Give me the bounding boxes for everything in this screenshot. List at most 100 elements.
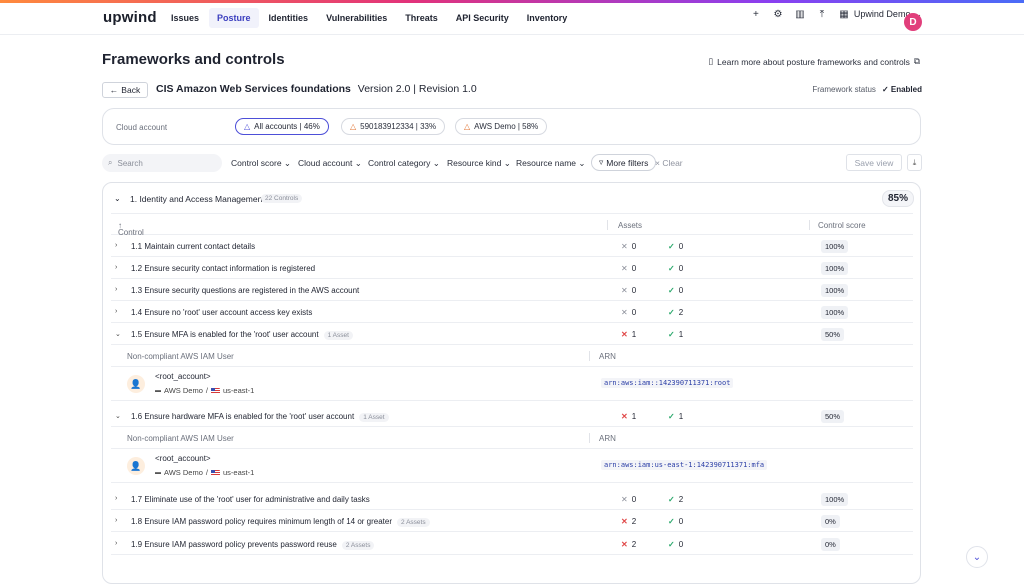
account-chip-aws-demo[interactable]: △ AWS Demo | 58% <box>455 118 548 135</box>
learn-more-text: Learn more about posture frameworks and … <box>717 56 910 67</box>
nav-vulnerabilities[interactable]: Vulnerabilities <box>318 8 395 28</box>
x-icon: ✕ <box>621 330 628 339</box>
warning-icon: △ <box>244 122 251 131</box>
table-row[interactable]: › 1.1 Maintain current contact details ✕… <box>111 235 913 257</box>
table-row[interactable]: › 1.4 Ensure no 'root' user account acce… <box>111 301 913 323</box>
control-title: 1.2 Ensure security contact information … <box>131 264 316 273</box>
filter-control-score[interactable]: Control score ⌄ <box>231 158 291 169</box>
save-view-button[interactable]: Save view <box>846 154 902 171</box>
book-icon[interactable]: ▥ <box>794 8 806 20</box>
filter-resource-name[interactable]: Resource name ⌄ <box>516 158 586 169</box>
nav-actions: + ⚙ ▥ ⤒ ▦ Upwind Demo ⌄ <box>750 8 922 20</box>
chevron-right-icon[interactable]: › <box>115 517 117 524</box>
plus-icon[interactable]: + <box>750 8 762 20</box>
org-icon: ▦ <box>839 8 849 20</box>
section-score: 85% <box>881 190 914 207</box>
x-icon: ✕ <box>621 242 628 251</box>
table-row[interactable]: ⌄ 1.6 Ensure hardware MFA is enabled for… <box>111 405 913 427</box>
check-icon: ✓ <box>668 242 675 251</box>
section-header[interactable]: ⌄ 1. Identity and Access Management 22 C… <box>103 183 920 213</box>
chip-label: AWS Demo | 58% <box>474 122 539 131</box>
control-score: 0% <box>821 538 840 551</box>
x-icon: ✕ <box>621 286 628 295</box>
account-chip-all[interactable]: △ All accounts | 46% <box>235 118 329 135</box>
check-icon: ✓ <box>668 540 675 549</box>
table-row[interactable]: › 1.9 Ensure IAM password policy prevent… <box>111 533 913 555</box>
filter-cloud-account[interactable]: Cloud account ⌄ <box>298 158 362 169</box>
nav-identities[interactable]: Identities <box>261 8 317 28</box>
scroll-down-icon[interactable]: ⌄ <box>966 546 988 568</box>
col-control[interactable]: Control ↑ <box>118 221 144 237</box>
asset-row[interactable]: 👤 <root_account> ▬ AWS Demo / us-east-1 arn… <box>111 449 913 483</box>
table-row[interactable]: › 1.7 Eliminate use of the 'root' user f… <box>111 488 913 510</box>
nav-threats[interactable]: Threats <box>397 8 446 28</box>
nav-issues[interactable]: Issues <box>163 8 207 28</box>
arn-value[interactable]: arn:aws:iam:us-east-1:142390711371:mfa <box>601 460 768 470</box>
learn-more-link[interactable]: ▯ Learn more about posture frameworks an… <box>708 56 920 67</box>
nav-inventory[interactable]: Inventory <box>519 8 576 28</box>
filter-control-category[interactable]: Control category ⌄ <box>368 158 440 169</box>
control-title: 1.8 Ensure IAM password policy requires … <box>131 517 430 527</box>
chevron-down-icon[interactable]: ⌄ <box>114 194 121 203</box>
failed-count: ✕ 1 <box>621 412 637 421</box>
external-link-icon: ⧉ <box>913 56 920 66</box>
clear-filters-button[interactable]: × Clear <box>655 158 683 168</box>
chip-label: 590183912334 | 33% <box>360 122 437 131</box>
chevron-down-icon[interactable]: ⌄ <box>115 412 121 420</box>
book-icon: ▯ <box>708 56 714 66</box>
avatar[interactable]: D <box>904 13 922 31</box>
control-score: 100% <box>821 306 849 319</box>
upwind-logo[interactable]: upwind <box>103 9 157 26</box>
check-icon: ✓ <box>668 264 675 273</box>
control-score: 100% <box>821 493 849 506</box>
account-chip-590183912334[interactable]: △ 590183912334 | 33% <box>341 118 446 135</box>
back-button[interactable]: ← Back <box>102 82 148 98</box>
failed-count: ✕ 2 <box>621 540 637 549</box>
passed-count: ✓ 0 <box>668 517 684 526</box>
x-icon: ✕ <box>621 412 628 421</box>
nav-posture[interactable]: Posture <box>209 8 259 28</box>
col-noncompliant-user: Non-compliant AWS IAM User <box>127 434 234 443</box>
asset-row[interactable]: 👤 <root_account> ▬ AWS Demo / us-east-1 arn… <box>111 367 913 401</box>
asset-count-badge: 2 Assets <box>397 518 430 527</box>
table-header: Control ↑ Assets Control score <box>111 213 913 237</box>
upload-icon[interactable]: ⤒ <box>816 8 828 20</box>
control-score: 100% <box>821 240 849 253</box>
chevron-right-icon[interactable]: › <box>115 264 117 271</box>
table-row[interactable]: › 1.2 Ensure security contact informatio… <box>111 257 913 279</box>
passed-count: ✓ 1 <box>668 330 684 339</box>
arn-value[interactable]: arn:aws:iam::142390711371:root <box>601 378 734 388</box>
passed-count: ✓ 0 <box>668 286 684 295</box>
chevron-down-icon[interactable]: ⌄ <box>115 330 121 338</box>
control-title: 1.4 Ensure no 'root' user account access… <box>131 308 313 317</box>
chevron-right-icon[interactable]: › <box>115 242 117 249</box>
org-label: Upwind Demo <box>853 9 911 19</box>
chevron-right-icon[interactable]: › <box>115 308 117 315</box>
col-assets[interactable]: Assets <box>618 221 642 230</box>
chevron-right-icon[interactable]: › <box>115 286 117 293</box>
col-control-score[interactable]: Control score <box>818 221 866 230</box>
asset-name[interactable]: <root_account> <box>155 372 211 381</box>
search-input[interactable]: ⌕ Search <box>102 154 222 172</box>
user-icon: 👤 <box>127 375 145 393</box>
nav-api-security[interactable]: API Security <box>448 8 517 28</box>
controls-count-badge: 22 Controls <box>261 194 303 203</box>
table-row[interactable]: › 1.8 Ensure IAM password policy require… <box>111 510 913 532</box>
table-row[interactable]: › 1.3 Ensure security questions are regi… <box>111 279 913 301</box>
warning-icon: △ <box>350 122 357 131</box>
more-filters-button[interactable]: ▿ More filters <box>591 154 657 171</box>
x-icon: ✕ <box>621 540 628 549</box>
asset-name[interactable]: <root_account> <box>155 454 211 463</box>
passed-count: ✓ 0 <box>668 264 684 273</box>
gear-icon[interactable]: ⚙ <box>772 8 784 20</box>
chevron-right-icon[interactable]: › <box>115 540 117 547</box>
framework-status-value[interactable]: ✓ Enabled <box>882 85 922 94</box>
filter-resource-kind[interactable]: Resource kind ⌄ <box>447 158 511 169</box>
download-icon[interactable]: ⤓ <box>907 154 922 171</box>
check-icon: ✓ <box>668 412 675 421</box>
passed-count: ✓ 0 <box>668 242 684 251</box>
controls-table: ⌄ 1. Identity and Access Management 22 C… <box>102 182 921 584</box>
table-row[interactable]: ⌄ 1.5 Ensure MFA is enabled for the 'roo… <box>111 323 913 345</box>
chevron-right-icon[interactable]: › <box>115 495 117 502</box>
search-icon: ⌕ <box>108 158 113 167</box>
